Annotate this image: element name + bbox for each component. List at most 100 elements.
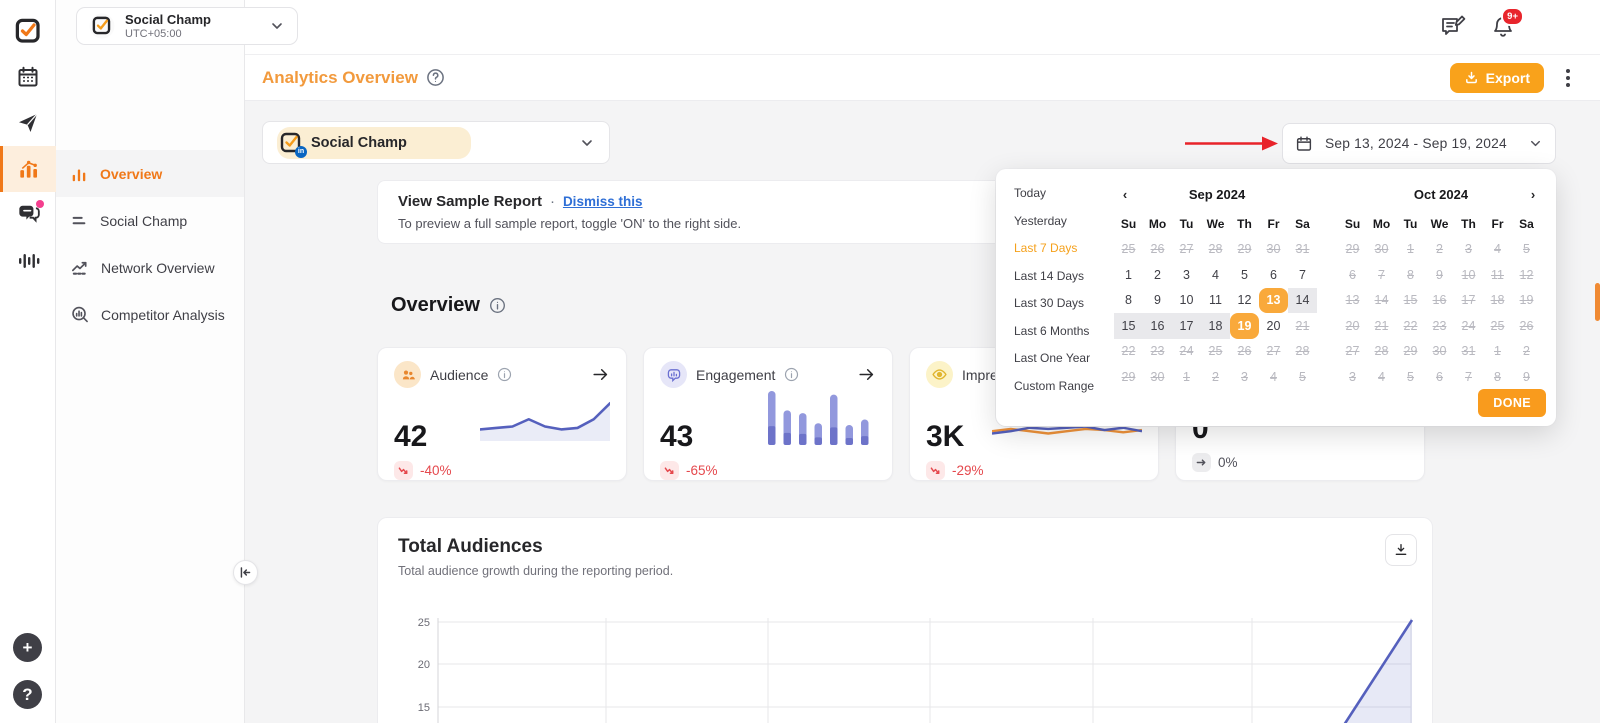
info-icon[interactable] — [497, 367, 512, 382]
calendar-day[interactable]: 1 — [1114, 262, 1143, 288]
profile-chip: in Social Champ — [277, 126, 471, 159]
collapse-left-icon — [240, 567, 251, 578]
arrow-right-icon[interactable] — [591, 365, 610, 384]
month-header: Oct 2024 › — [1338, 183, 1544, 205]
calendar-small-icon — [1296, 136, 1312, 151]
calendar-day: 18 — [1490, 293, 1505, 308]
help-circle-icon[interactable] — [426, 68, 445, 87]
arrow-right-icon[interactable] — [857, 365, 876, 384]
calendar-day[interactable]: 14 — [1288, 287, 1317, 313]
calendar-day: 12 — [1519, 267, 1534, 282]
calendar-day: 27 — [1266, 344, 1281, 359]
done-button[interactable]: DONE — [1478, 389, 1546, 417]
calendar-day[interactable]: 19 — [1230, 313, 1259, 339]
compose-icon[interactable] — [1440, 15, 1466, 39]
calendar-day: 27 — [1179, 242, 1194, 257]
card-value: 3K — [926, 420, 965, 453]
preset-today[interactable]: Today — [1014, 186, 1104, 200]
calendar-day: 4 — [1378, 369, 1385, 384]
card-title: Engagement — [696, 366, 776, 383]
calendar-day: 28 — [1374, 344, 1389, 359]
export-button[interactable]: Export — [1449, 62, 1544, 93]
calendar-day: 6 — [1436, 369, 1443, 384]
trend-value: -65% — [686, 463, 718, 478]
calendar-day[interactable]: 20 — [1259, 313, 1288, 339]
calendar-day[interactable]: 15 — [1114, 313, 1143, 339]
account-selector[interactable]: Social Champ UTC+05:00 — [76, 7, 298, 45]
prev-month-icon[interactable]: ‹ — [1114, 187, 1136, 202]
calendar-day[interactable]: 5 — [1230, 262, 1259, 288]
overview-title: Overview — [391, 294, 480, 316]
preset-yesterday[interactable]: Yesterday — [1014, 214, 1104, 228]
calendar-day[interactable]: 9 — [1143, 288, 1172, 314]
month-header: ‹ Sep 2024 — [1114, 183, 1320, 205]
calendar-day[interactable]: 16 — [1143, 313, 1172, 339]
calendar-day[interactable]: 17 — [1172, 313, 1201, 339]
weekday-label: Mo — [1148, 216, 1167, 231]
preset-last-6-months[interactable]: Last 6 Months — [1014, 324, 1104, 338]
calendar-day[interactable]: 13 — [1259, 287, 1288, 313]
sidebar-item-social-champ[interactable]: Social Champ — [56, 197, 244, 244]
analytics-icon[interactable] — [0, 146, 56, 192]
profile-select[interactable]: in Social Champ — [262, 121, 610, 164]
calendar-day[interactable]: 12 — [1230, 288, 1259, 314]
card-header: Engagement — [660, 361, 876, 388]
preset-last-one-year[interactable]: Last One Year — [1014, 351, 1104, 365]
sidebar-collapse-button[interactable] — [233, 560, 258, 585]
page-title: Analytics Overview — [262, 68, 445, 88]
calendar-day: 29 — [1121, 369, 1136, 384]
calendar-day[interactable]: 6 — [1259, 262, 1288, 288]
scrollbar-thumb[interactable] — [1595, 283, 1600, 321]
bell-icon[interactable]: 9+ — [1492, 7, 1524, 39]
info-icon[interactable] — [489, 297, 506, 314]
sidebar-item-competitor-analysis[interactable]: Competitor Analysis — [56, 291, 244, 338]
page-header: Analytics Overview Export — [245, 55, 1600, 101]
calendar-day[interactable]: 18 — [1201, 313, 1230, 339]
calendar-day: 15 — [1403, 293, 1418, 308]
calendar-day: 24 — [1179, 344, 1194, 359]
calendar-day: 14 — [1374, 293, 1389, 308]
help-icon[interactable]: ? — [13, 680, 42, 709]
waveform-icon[interactable] — [0, 238, 56, 284]
calendar-day[interactable]: 11 — [1201, 288, 1230, 314]
sidebar-item-overview[interactable]: Overview — [56, 150, 244, 197]
calendar-day: 25 — [1208, 344, 1223, 359]
weekday-label: We — [1430, 216, 1449, 231]
dismiss-link[interactable]: Dismiss this — [563, 194, 643, 209]
metric-card-engagement[interactable]: Engagement 43 -65% — [643, 347, 893, 481]
preset-custom-range[interactable]: Custom Range — [1014, 379, 1104, 393]
preset-last-14-days[interactable]: Last 14 Days — [1014, 269, 1104, 283]
calendar-day[interactable]: 4 — [1201, 262, 1230, 288]
calendar-day[interactable]: 3 — [1172, 262, 1201, 288]
account-timezone: UTC+05:00 — [125, 27, 182, 40]
calendar-day: 4 — [1494, 242, 1501, 257]
date-range-picker[interactable]: Sep 13, 2024 - Sep 19, 2024 — [1282, 123, 1556, 164]
more-options-button[interactable] — [1562, 65, 1574, 91]
analytics-sidebar: Overview Social Champ Network Overview Comp… — [56, 0, 245, 723]
page-title-text: Analytics Overview — [262, 67, 418, 87]
rail-items — [0, 8, 56, 284]
next-month-icon[interactable]: › — [1522, 187, 1544, 202]
preset-last-30-days[interactable]: Last 30 Days — [1014, 296, 1104, 310]
logo-icon[interactable] — [0, 8, 56, 54]
profile-name: Social Champ — [311, 134, 407, 151]
calendar-day: 2 — [1436, 242, 1443, 257]
card-title: Audience — [430, 366, 489, 383]
messages-icon[interactable] — [0, 192, 56, 238]
calendar-day: 25 — [1490, 318, 1505, 333]
sidebar-item-network-overview[interactable]: Network Overview — [56, 244, 244, 291]
calendar-day: 26 — [1519, 318, 1534, 333]
calendar-icon[interactable] — [0, 54, 56, 100]
info-icon[interactable] — [784, 367, 799, 382]
calendar-day[interactable]: 2 — [1143, 262, 1172, 288]
preset-last-7-days[interactable]: Last 7 Days — [1014, 241, 1104, 255]
send-icon[interactable] — [0, 100, 56, 146]
calendar-day[interactable]: 10 — [1172, 288, 1201, 314]
calendar-day[interactable]: 7 — [1288, 262, 1317, 288]
metric-card-audience[interactable]: Audience 42 -40% — [377, 347, 627, 481]
engagement-icon — [660, 361, 687, 388]
trend-value: 0% — [1218, 455, 1238, 470]
chart-download-button[interactable] — [1385, 534, 1417, 566]
calendar-day[interactable]: 8 — [1114, 288, 1143, 314]
plus-icon[interactable]: + — [13, 633, 42, 662]
